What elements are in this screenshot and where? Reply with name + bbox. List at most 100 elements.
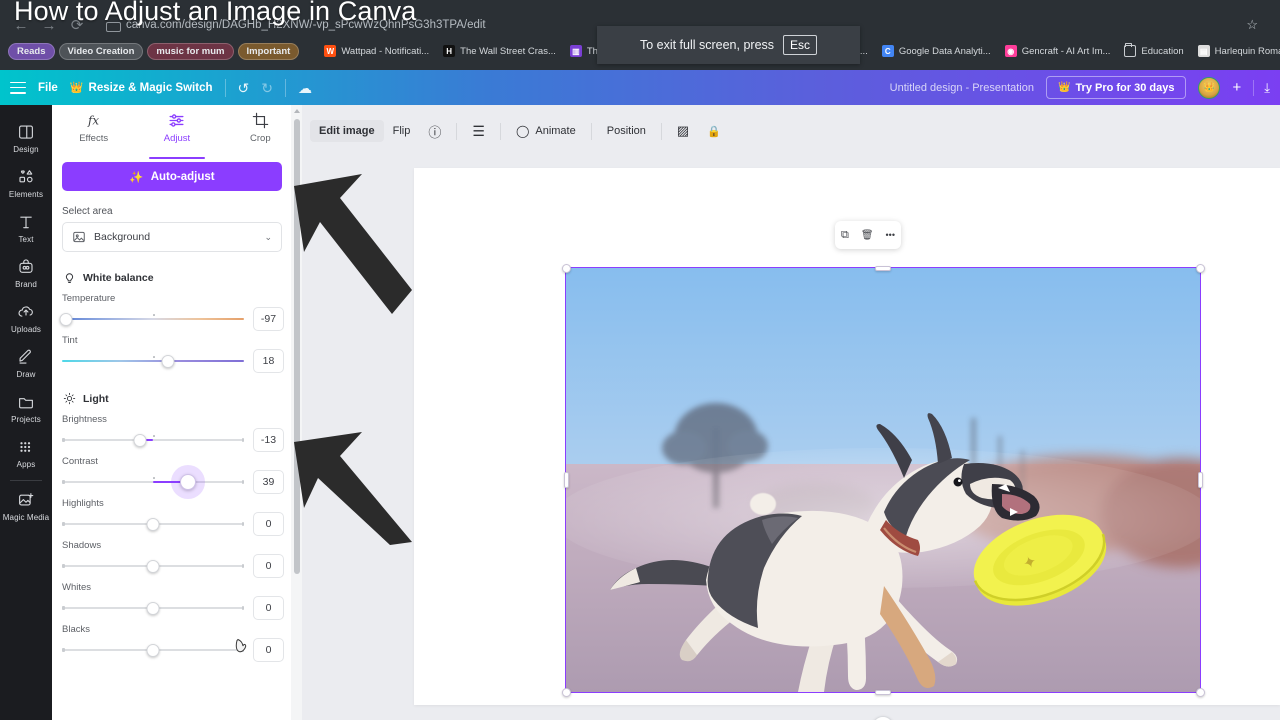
resize-handle-right[interactable] bbox=[1197, 472, 1203, 488]
selected-image-frame[interactable]: ✦ ⟳ bbox=[561, 263, 1205, 720]
slider-value-highlights[interactable]: 0 bbox=[253, 512, 284, 536]
sidebar-item-design[interactable]: Design bbox=[0, 115, 52, 160]
slider-track-brightness[interactable] bbox=[62, 430, 244, 450]
delete-icon[interactable]: 🗑 bbox=[861, 230, 874, 241]
slider-knob-highlights[interactable] bbox=[146, 517, 160, 531]
scroll-up-arrow-icon[interactable] bbox=[293, 109, 300, 113]
tab-adjust[interactable]: Adjust bbox=[135, 111, 218, 160]
header-divider-2 bbox=[284, 78, 286, 97]
resize-handle-top-right[interactable] bbox=[1195, 263, 1205, 273]
slider-knob-blacks[interactable] bbox=[146, 643, 160, 657]
slider-track-temperature[interactable] bbox=[59, 309, 244, 329]
slider-row-highlights: Highlights 0 bbox=[62, 498, 292, 536]
photo[interactable]: ✦ bbox=[565, 267, 1201, 693]
canvas-area[interactable]: Edit image Flip ⓘ ☰ ◯ Animate Position ▨… bbox=[302, 105, 1280, 720]
redo-icon[interactable]: ↻ bbox=[261, 81, 273, 95]
slider-label: Highlights bbox=[62, 498, 104, 509]
bookmark-item[interactable]: W Wattpad - Notificati... bbox=[319, 45, 434, 57]
slider-value-contrast[interactable]: 39 bbox=[253, 470, 284, 494]
elements-icon bbox=[19, 170, 33, 183]
slider-knob-temperature[interactable] bbox=[59, 312, 73, 326]
slider-track-blacks[interactable] bbox=[62, 640, 244, 660]
try-pro-button[interactable]: 👑 Try Pro for 30 days bbox=[1045, 76, 1187, 99]
tab-effects[interactable]: fx Effects bbox=[52, 111, 135, 153]
select-area-dropdown[interactable]: Background ⌄ bbox=[62, 222, 282, 252]
slider-value-brightness[interactable]: -13 bbox=[253, 428, 284, 452]
document-title[interactable]: Untitled design - Presentation bbox=[890, 82, 1034, 94]
bookmark-favicon: ◉ bbox=[1004, 45, 1017, 57]
chevron-down-icon: ⌄ bbox=[264, 231, 272, 242]
resize-handle-bottom-left[interactable] bbox=[561, 687, 571, 697]
sidebar-item-magic-media[interactable]: Magic Media bbox=[0, 483, 52, 528]
resize-handle-bottom-right[interactable] bbox=[1195, 687, 1205, 697]
file-menu-button[interactable]: File bbox=[38, 82, 58, 94]
slider-value-shadows[interactable]: 0 bbox=[253, 554, 284, 578]
bookmark-item[interactable]: ▤ Harlequin Romance:... bbox=[1193, 45, 1280, 57]
tab-crop[interactable]: Crop bbox=[219, 111, 302, 153]
slider-knob-contrast[interactable] bbox=[179, 474, 196, 490]
bookmark-folder-chip[interactable]: Video Creation bbox=[58, 42, 144, 60]
bookmark-item[interactable]: C Google Data Analyti... bbox=[877, 45, 996, 57]
hamburger-icon[interactable] bbox=[10, 81, 26, 94]
sidebar-item-label: Magic Media bbox=[2, 513, 50, 522]
slider-row-shadows: Shadows 0 bbox=[62, 540, 292, 578]
auto-adjust-button[interactable]: ✨ Auto-adjust bbox=[62, 162, 282, 191]
bookmark-star-icon[interactable]: ☆ bbox=[1246, 17, 1258, 33]
sidebar-item-uploads[interactable]: Uploads bbox=[0, 295, 52, 340]
resize-handle-bottom[interactable] bbox=[875, 689, 891, 695]
sidebar-item-elements[interactable]: Elements bbox=[0, 160, 52, 205]
undo-icon[interactable]: ↺ bbox=[238, 81, 250, 95]
sidebar-item-label: Draw bbox=[16, 370, 36, 379]
bookmark-folder-chip[interactable]: music for mum bbox=[147, 42, 234, 60]
slider-track-whites[interactable] bbox=[62, 598, 244, 618]
bookmark-folder-chip[interactable]: Reads bbox=[8, 42, 55, 60]
bookmark-item[interactable]: Education bbox=[1119, 42, 1188, 57]
slider-value-tint[interactable]: 18 bbox=[253, 349, 284, 373]
resize-handle-top[interactable] bbox=[875, 265, 891, 271]
sidebar-item-projects[interactable]: Projects bbox=[0, 385, 52, 430]
resize-handle-left[interactable] bbox=[563, 472, 569, 488]
slider-track-highlights[interactable] bbox=[62, 514, 244, 534]
info-icon[interactable]: ⓘ bbox=[419, 120, 450, 142]
sidebar-item-apps[interactable]: Apps bbox=[0, 430, 52, 475]
slider-value-blacks[interactable]: 0 bbox=[253, 638, 284, 662]
flip-button[interactable]: Flip bbox=[384, 120, 420, 142]
rotate-handle[interactable]: ⟳ bbox=[872, 716, 894, 720]
add-member-button[interactable]: + bbox=[1232, 80, 1241, 95]
bookmark-favicon: C bbox=[881, 45, 894, 57]
transparency-icon[interactable]: ▨ bbox=[668, 120, 698, 142]
resize-magic-switch-button[interactable]: 👑 Resize & Magic Switch bbox=[70, 81, 213, 95]
slider-value-temperature[interactable]: -97 bbox=[253, 307, 284, 331]
duplicate-icon[interactable]: ⧉ bbox=[841, 229, 849, 242]
cloud-save-icon[interactable]: ☁ bbox=[298, 81, 312, 95]
svg-text:fx: fx bbox=[87, 113, 99, 127]
slider-track-shadows[interactable] bbox=[62, 556, 244, 576]
slider-label: Temperature bbox=[62, 293, 116, 304]
slider-track bbox=[62, 317, 244, 321]
slider-knob-whites[interactable] bbox=[146, 601, 160, 615]
slider-knob-shadows[interactable] bbox=[146, 559, 160, 573]
animate-button[interactable]: ◯ Animate bbox=[507, 120, 585, 142]
slider-track-contrast[interactable] bbox=[62, 472, 244, 492]
lock-icon[interactable]: 🔒 bbox=[698, 120, 730, 142]
download-icon[interactable]: ⤓ bbox=[1253, 79, 1270, 96]
bookmark-folder-chip[interactable]: Important bbox=[237, 42, 300, 60]
slider-knob-tint[interactable] bbox=[161, 354, 175, 368]
adjust-panel: fx Effects Adjust Crop ✨ Auto-adjust Select… bbox=[52, 105, 302, 720]
slider-value-whites[interactable]: 0 bbox=[253, 596, 284, 620]
avatar[interactable]: 👑 bbox=[1198, 76, 1221, 99]
bookmark-item[interactable]: H The Wall Street Cras... bbox=[438, 45, 561, 57]
sidebar-item-text[interactable]: Text bbox=[0, 205, 52, 250]
edit-image-button[interactable]: Edit image bbox=[310, 120, 384, 142]
resize-handle-top-left[interactable] bbox=[561, 263, 571, 273]
bookmark-item[interactable]: ◉ Gencraft - AI Art Im... bbox=[1000, 45, 1116, 57]
slider-track-tint[interactable] bbox=[62, 351, 244, 371]
slider-knob-brightness[interactable] bbox=[133, 433, 147, 447]
position-button[interactable]: Position bbox=[598, 120, 655, 142]
lines-icon[interactable]: ☰ bbox=[463, 120, 494, 142]
sidebar-item-brand[interactable]: Brand bbox=[0, 250, 52, 295]
canva-header: File 👑 Resize & Magic Switch ↺ ↻ ☁ Untit… bbox=[0, 70, 1280, 105]
bookmark-favicon: H bbox=[443, 45, 456, 57]
more-options-icon[interactable]: ••• bbox=[886, 230, 895, 240]
sidebar-item-draw[interactable]: Draw bbox=[0, 340, 52, 385]
